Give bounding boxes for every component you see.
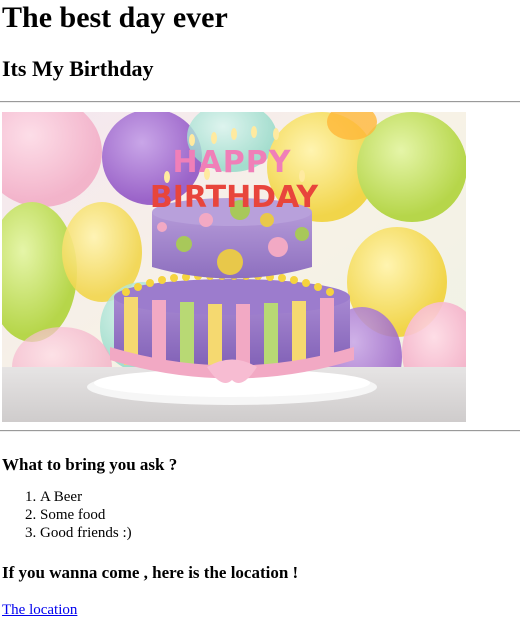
bring-list: A Beer Some food Good friends :): [2, 488, 518, 542]
location-heading: If you wanna come , here is the location…: [2, 563, 299, 582]
divider-top: [0, 101, 520, 103]
list-item: A Beer: [40, 488, 518, 506]
list-item: Good friends :): [40, 524, 518, 542]
location-link[interactable]: The location: [2, 602, 77, 618]
bring-heading: What to bring you ask ?: [2, 455, 178, 474]
page-title: The best day ever: [2, 1, 228, 34]
list-item: Some food: [40, 506, 518, 524]
divider-bottom: [0, 430, 520, 432]
page: The best day ever Its My Birthday HAPPY …: [0, 0, 520, 619]
cake-candle-text-birthday: BIRTHDAY: [150, 180, 320, 215]
cake-candle-text-happy: HAPPY: [172, 145, 291, 180]
page-subtitle: Its My Birthday: [2, 56, 154, 81]
birthday-cake-image: HAPPY BIRTHDAY: [2, 112, 466, 422]
